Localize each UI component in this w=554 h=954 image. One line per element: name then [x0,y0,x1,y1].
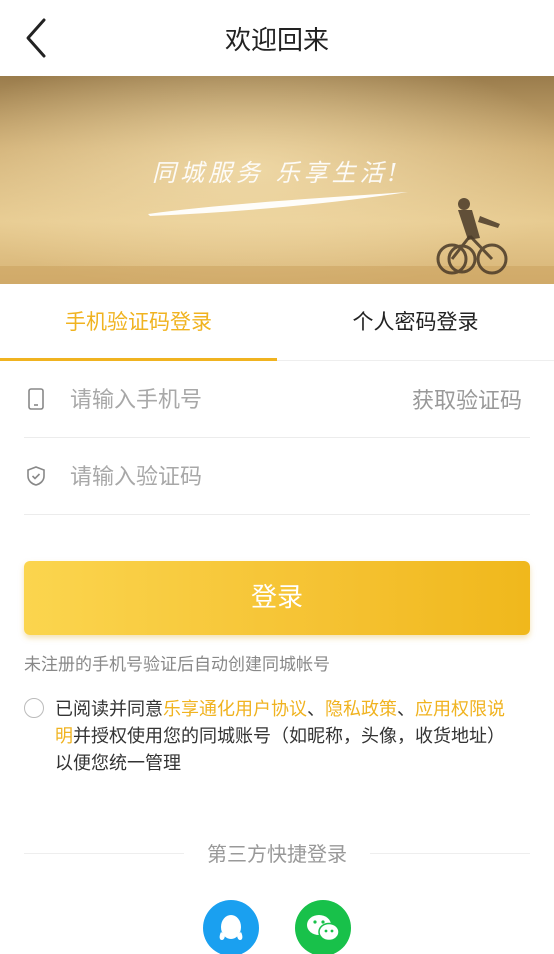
tab-sms-login[interactable]: 手机验证码登录 [0,284,277,360]
third-party-login: 第三方快捷登录 [24,838,530,868]
divider-right [370,853,530,854]
phone-row: 获取验证码 [24,361,530,438]
wechat-icon [307,915,340,942]
banner-image: 同城服务 乐享生活! [0,76,554,284]
tab-password-login[interactable]: 个人密码登录 [277,284,554,360]
banner-slogan: 同城服务 乐享生活! [152,159,401,187]
qq-icon [219,915,243,940]
code-row [24,438,530,515]
user-agreement-link[interactable]: 乐享通化用户协议 [163,699,307,720]
header: 欢迎回来 [0,0,554,76]
login-button[interactable]: 登录 [24,561,530,635]
page-title: 欢迎回来 [224,26,329,56]
agreement-prefix: 已阅读并同意 [55,699,163,720]
wechat-login-button[interactable] [295,900,351,954]
code-input[interactable] [68,456,372,498]
agreement-suffix: 并授权使用您的同城账号（如昵称，头像，收货地址）以便您统一管理 [55,726,505,774]
privacy-policy-link[interactable]: 隐私政策 [325,699,397,720]
agreement-separator: 、 [397,699,415,720]
phone-input[interactable] [68,379,372,421]
login-tabs: 手机验证码登录 个人密码登录 [0,284,554,361]
qq-login-button[interactable] [203,900,259,954]
shield-icon [27,466,45,486]
agreement-checkbox[interactable] [24,698,44,718]
get-code-button[interactable]: 获取验证码 [412,383,522,415]
agreement-separator: 、 [307,699,325,720]
login-screen: 欢迎回来 同城服务 乐享生活! 手机验证码登录 个人密码登录 请输入手机号 获取… [0,0,554,954]
auto-register-note: 未注册的手机号验证后自动创建同城帐号 [24,655,330,675]
agreement-text: 已阅读并同意乐享通化用户协议、隐私政策、应用权限说明并授权使用您的同城账号（如昵… [55,696,515,777]
phone-icon [28,388,44,410]
